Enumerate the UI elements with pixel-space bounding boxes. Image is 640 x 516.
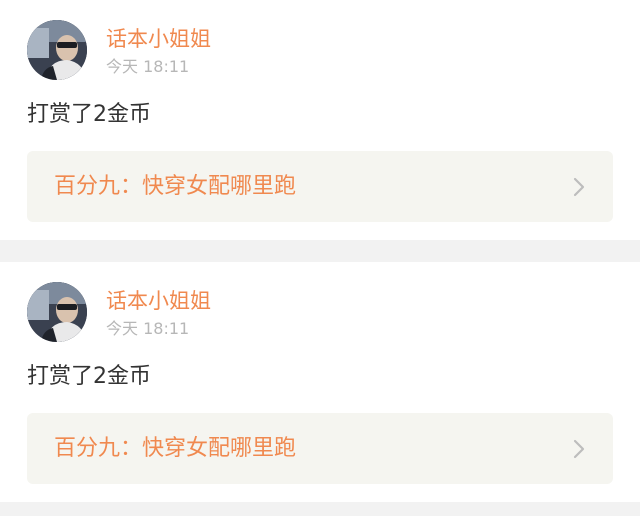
avatar-image [27,282,87,342]
section-divider [0,240,640,262]
feed-item: 话本小姐姐 今天 18:11 打赏了2金币 百分九：快穿女配哪里跑 [0,0,640,240]
message-text: 打赏了2金币 [27,364,151,389]
chevron-right-icon [573,439,585,459]
activity-feed: 话本小姐姐 今天 18:11 打赏了2金币 百分九：快穿女配哪里跑 话本小姐姐 … [0,0,640,516]
book-link-card[interactable]: 百分九：快穿女配哪里跑 [27,151,613,222]
section-divider [0,502,640,516]
book-title: 百分九：快穿女配哪里跑 [54,436,297,461]
avatar-image [27,20,87,80]
feed-item: 话本小姐姐 今天 18:11 打赏了2金币 百分九：快穿女配哪里跑 [0,262,640,502]
avatar[interactable] [27,282,87,342]
book-link-card[interactable]: 百分九：快穿女配哪里跑 [27,413,613,484]
timestamp: 今天 18:11 [106,319,190,338]
message-text: 打赏了2金币 [27,102,151,127]
book-title: 百分九：快穿女配哪里跑 [54,174,297,199]
user-name[interactable]: 话本小姐姐 [106,287,211,315]
chevron-right-icon [573,177,585,197]
timestamp: 今天 18:11 [106,57,190,76]
user-name[interactable]: 话本小姐姐 [106,25,211,53]
avatar[interactable] [27,20,87,80]
